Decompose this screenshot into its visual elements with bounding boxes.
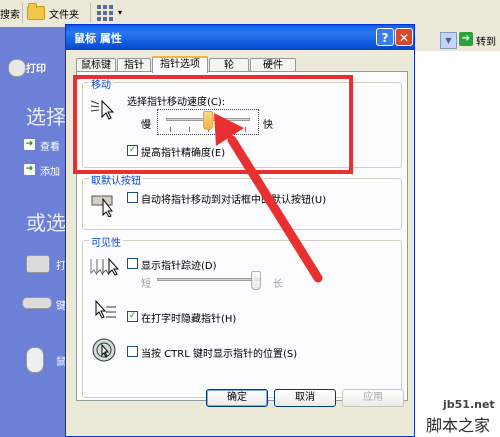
watermark-name: 脚本之家 bbox=[426, 416, 491, 435]
annotation-arrow-icon bbox=[214, 113, 323, 283]
tab-pointer-options[interactable]: 指针选项 bbox=[152, 56, 208, 73]
watermark-domain: jb51.net bbox=[443, 398, 495, 411]
